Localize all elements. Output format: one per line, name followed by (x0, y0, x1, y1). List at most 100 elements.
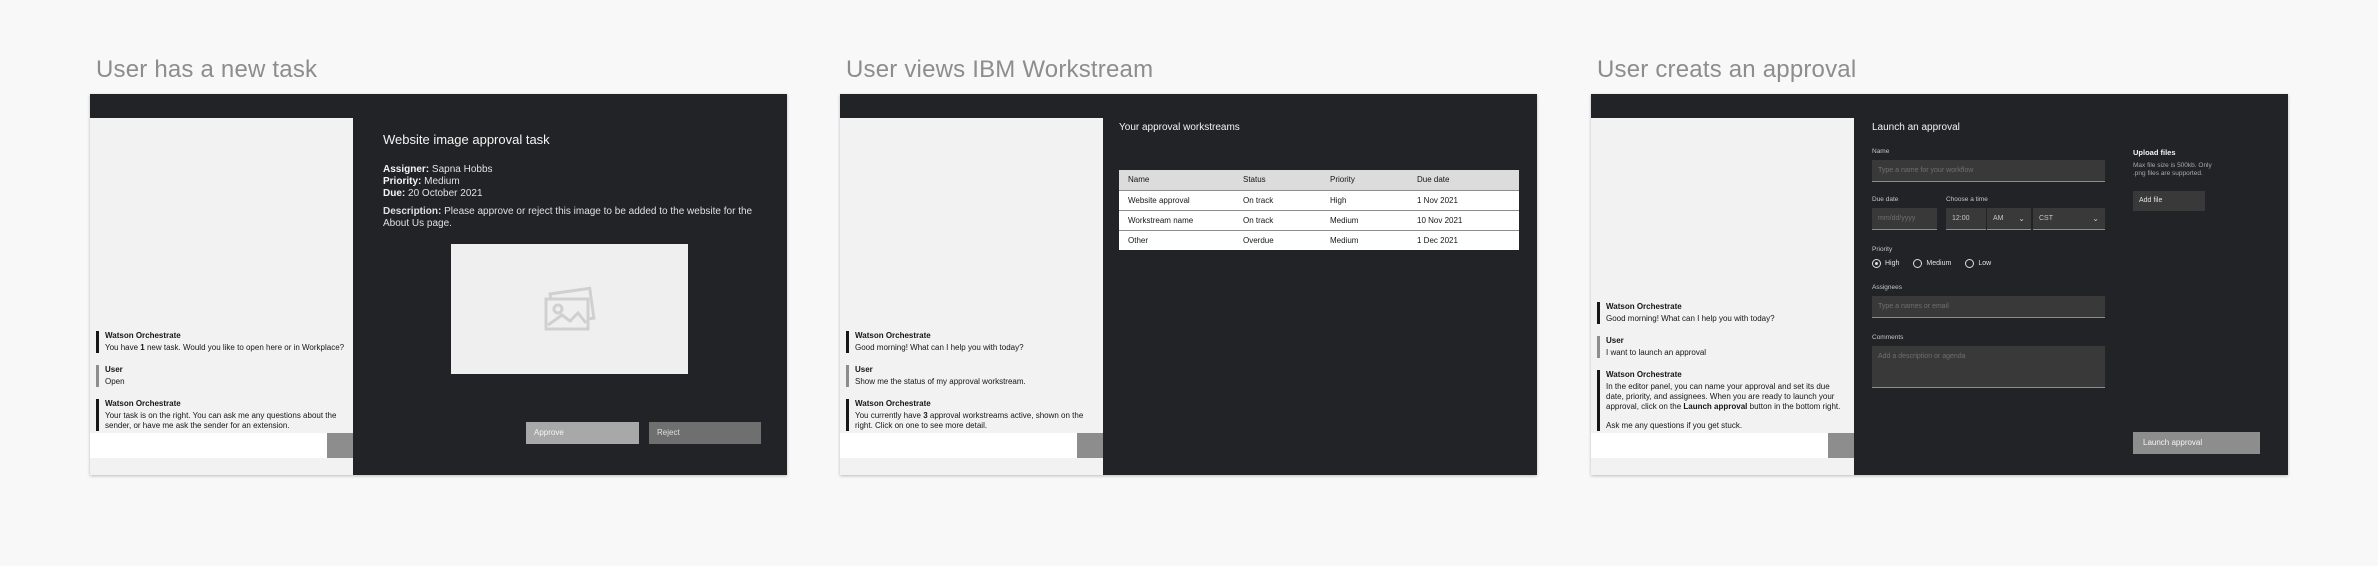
priority-row: Priority: Medium (383, 176, 460, 187)
screen-new-task: Watson Orchestrate You have 1 new task. … (90, 94, 787, 475)
priority-label: Priority (1872, 246, 1893, 253)
chat-messages: Watson Orchestrate Good morning! What ca… (846, 319, 1097, 431)
message-sender: Watson Orchestrate (855, 399, 931, 408)
message-sender: Watson Orchestrate (105, 331, 181, 340)
chat-messages: Watson Orchestrate Good morning! What ca… (1597, 290, 1848, 431)
chat-input[interactable] (840, 433, 1077, 458)
comments-label: Comments (1872, 334, 1904, 341)
editor-panel: Website image approval task Assigner: Sa… (353, 118, 787, 475)
chat-message: User Open (96, 365, 347, 387)
chat-message: Watson Orchestrate In the editor panel, … (1597, 370, 1848, 431)
radio-selected-icon (1872, 259, 1881, 268)
task-title: Website image approval task (383, 132, 550, 147)
comments-textarea[interactable]: Add a description or agenda (1872, 346, 2105, 388)
editor-panel: Launch an approval Name Type a name for … (1854, 118, 2288, 475)
send-button[interactable] (1077, 433, 1103, 458)
message-sender: Watson Orchestrate (1606, 370, 1682, 379)
message-text: You currently have 3 approval workstream… (855, 411, 1084, 430)
chat-message: Watson Orchestrate You have 1 new task. … (96, 331, 347, 353)
approval-image (451, 244, 688, 374)
table-header-row: Name Status Priority Due date (1119, 170, 1519, 190)
approve-button[interactable]: Approve (526, 422, 639, 444)
name-input[interactable]: Type a name for your workflow (1872, 160, 2105, 182)
editor-panel: Your approval workstreams Name Status Pr… (1103, 118, 1537, 475)
reject-button[interactable]: Reject (649, 422, 761, 444)
chat-message: User Show me the status of my approval w… (846, 365, 1097, 387)
cell-status: On track (1234, 209, 1321, 230)
message-text: Your task is on the right. You can ask m… (105, 411, 337, 430)
priority-low-radio[interactable]: Low (1965, 259, 1991, 268)
screen-workstream: Watson Orchestrate Good morning! What ca… (840, 94, 1537, 475)
cell-name: Workstream name (1119, 209, 1234, 230)
cell-status: Overdue (1234, 229, 1321, 250)
task-meta: Assigner: Sapna Hobbs Priority: Medium D… (383, 164, 493, 200)
column-header: Due date (1408, 170, 1519, 190)
send-button[interactable] (1828, 433, 1854, 458)
table-row[interactable]: Website approval On track High 1 Nov 202… (1119, 189, 1519, 210)
chat-input[interactable] (90, 433, 327, 458)
priority-high-radio[interactable]: High (1872, 259, 1899, 268)
chat-input[interactable] (1591, 433, 1828, 458)
table-row[interactable]: Other Overdue Medium 1 Dec 2021 (1119, 229, 1519, 250)
panel-heading: User has a new task (96, 56, 318, 83)
image-placeholder-icon (544, 286, 596, 331)
cell-priority: Medium (1321, 209, 1408, 230)
workstreams-title: Your approval workstreams (1119, 122, 1240, 133)
radio-icon (1965, 259, 1975, 268)
chat-message: Watson Orchestrate Good morning! What ca… (846, 331, 1097, 353)
cell-name: Website approval (1119, 189, 1234, 210)
assigner-row: Assigner: Sapna Hobbs (383, 164, 493, 175)
due-row: Due: 20 October 2021 (383, 188, 483, 199)
column-header: Status (1234, 170, 1321, 190)
message-text: Open (105, 377, 125, 386)
chevron-down-icon: ⌄ (2018, 214, 2025, 223)
upload-help-text: Max file size is 500kb. Only .png files … (2133, 162, 2212, 177)
assignees-input[interactable]: Type a names or email (1872, 296, 2105, 318)
message-sender: User (105, 365, 123, 374)
message-text: Ask me any questions if you get stuck. (1606, 421, 1743, 430)
message-sender: User (1606, 336, 1624, 345)
due-date-input[interactable]: mm/dd/yyyy (1872, 208, 1937, 230)
screen-create-approval: Watson Orchestrate Good morning! What ca… (1591, 94, 2288, 475)
cell-name: Other (1119, 229, 1234, 250)
message-sender: Watson Orchestrate (855, 331, 931, 340)
chat-message: Watson Orchestrate You currently have 3 … (846, 399, 1097, 431)
panel-heading: User views IBM Workstream (846, 56, 1154, 83)
cell-due-date: 1 Dec 2021 (1408, 229, 1519, 250)
chat-panel: Watson Orchestrate Good morning! What ca… (840, 118, 1103, 475)
chat-message: User I want to launch an approval (1597, 336, 1848, 358)
message-text: Good morning! What can I help you with t… (855, 343, 1024, 352)
message-sender: Watson Orchestrate (105, 399, 181, 408)
time-input[interactable]: 12:00 (1946, 208, 1986, 230)
radio-icon (1913, 259, 1923, 268)
column-header: Name (1119, 170, 1234, 190)
column-header: Priority (1321, 170, 1408, 190)
panel-heading: User creats an approval (1597, 56, 1857, 83)
table-row[interactable]: Workstream name On track Medium 10 Nov 2… (1119, 209, 1519, 230)
send-button[interactable] (327, 433, 353, 458)
launch-approval-button[interactable]: Launch approval (2133, 432, 2260, 454)
cell-priority: High (1321, 189, 1408, 210)
chat-panel: Watson Orchestrate You have 1 new task. … (90, 118, 353, 475)
workstreams-table: Name Status Priority Due date Website ap… (1119, 170, 1519, 250)
priority-medium-radio[interactable]: Medium (1913, 259, 1951, 268)
message-text: I want to launch an approval (1606, 348, 1707, 357)
cell-due-date: 1 Nov 2021 (1408, 189, 1519, 210)
chat-message: Watson Orchestrate Good morning! What ca… (1597, 302, 1848, 324)
assignees-label: Assignees (1872, 284, 1902, 291)
chat-messages: Watson Orchestrate You have 1 new task. … (96, 319, 347, 431)
chat-panel: Watson Orchestrate Good morning! What ca… (1591, 118, 1854, 475)
chevron-down-icon: ⌄ (2092, 214, 2099, 223)
cell-status: On track (1234, 189, 1321, 210)
message-text: Good morning! What can I help you with t… (1606, 314, 1775, 323)
message-sender: Watson Orchestrate (1606, 302, 1682, 311)
task-description: Description: Please approve or reject th… (383, 206, 753, 229)
timezone-select[interactable]: CST ⌄ (2033, 208, 2105, 230)
ampm-select[interactable]: AM ⌄ (1987, 208, 2031, 230)
cell-priority: Medium (1321, 229, 1408, 250)
message-text: You have 1 new task. Would you like to o… (105, 343, 345, 352)
form-title: Launch an approval (1872, 122, 1960, 133)
upload-title: Upload files (2133, 148, 2176, 157)
due-date-label: Due date (1872, 196, 1899, 203)
add-file-button[interactable]: Add file (2133, 191, 2205, 211)
